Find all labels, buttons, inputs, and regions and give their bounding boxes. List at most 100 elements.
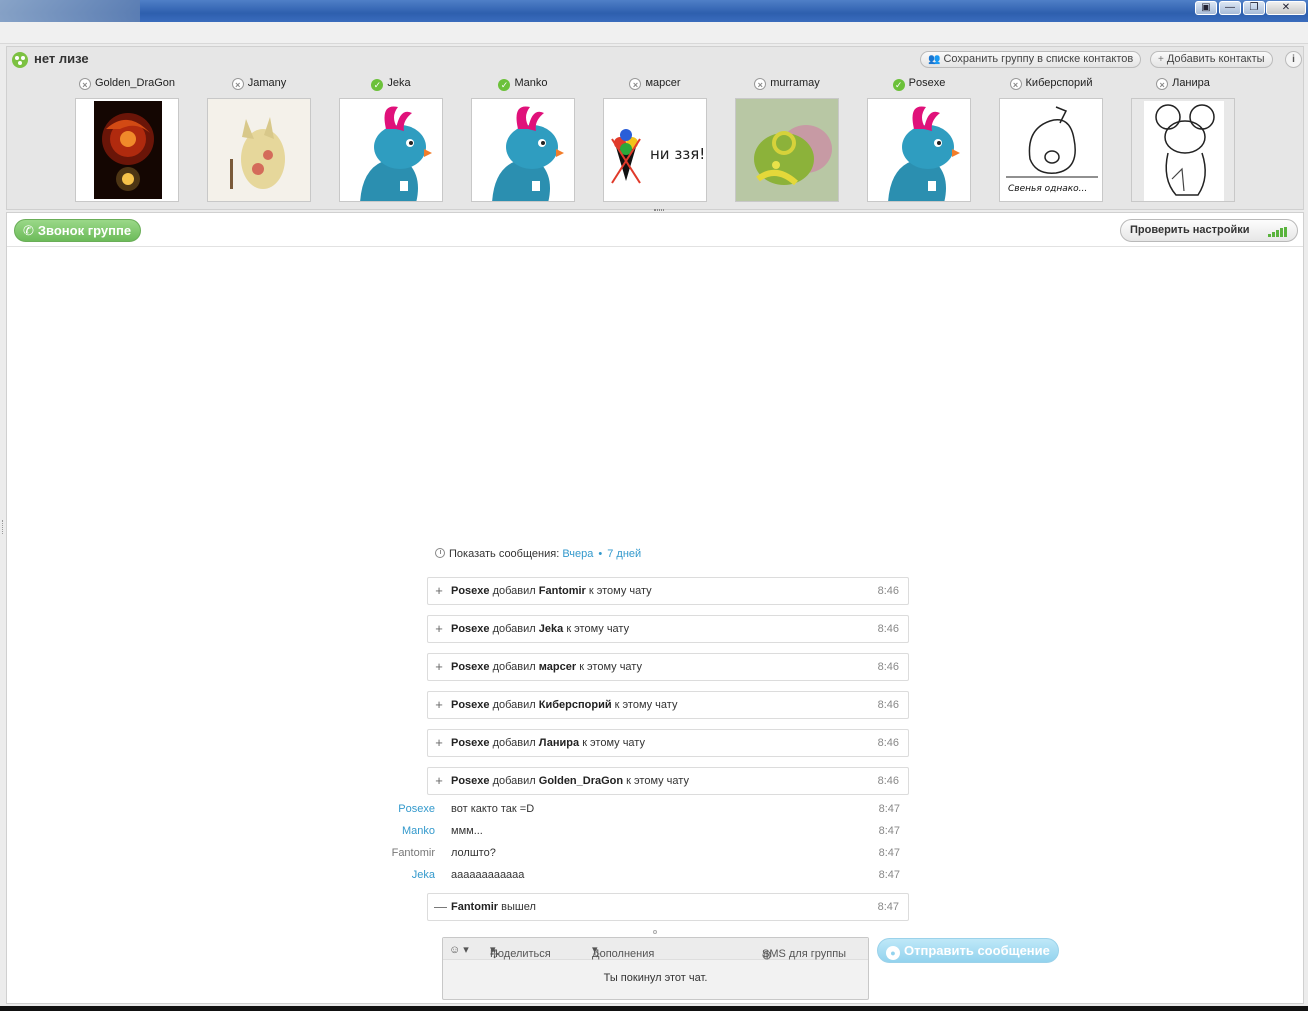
event-target: Golden_DraGon — [538, 775, 624, 787]
event-target: Киберспорий — [538, 699, 612, 711]
save-group-button[interactable]: 👥 Сохранить группу в списке контактов — [920, 51, 1142, 68]
event-actor: Posexe — [451, 661, 490, 673]
call-group-label: Звонок группе — [37, 223, 132, 238]
sidebar-resize-handle[interactable] — [2, 520, 5, 534]
event-row[interactable]: + Posexe добавил Fantomir к этому чату 8… — [427, 577, 909, 605]
message-text: ммм... — [451, 825, 483, 837]
separator-dot: • — [598, 548, 603, 560]
event-time: 8:46 — [877, 585, 899, 597]
plus-icon: + — [435, 583, 443, 598]
event-actor: Posexe — [451, 699, 490, 711]
offline-status-icon: × — [629, 78, 642, 90]
event-time: 8:47 — [877, 901, 899, 913]
message-time: 8:47 — [878, 847, 900, 859]
blue-creature-image — [340, 99, 442, 201]
plus-icon: + — [435, 621, 443, 636]
group-header: нет лизе 👥 Сохранить группу в списке конт… — [6, 46, 1304, 210]
composer-resize-handle[interactable] — [653, 930, 657, 934]
dragon-art-image — [94, 101, 162, 199]
chat-panel: ✆ Звонок группе Проверить настройки Показ… — [6, 212, 1304, 1004]
chat-toolbar: ✆ Звонок группе Проверить настройки — [7, 213, 1303, 247]
restore-button[interactable]: ❐ — [1243, 1, 1265, 15]
extras-label: Дополнения — [592, 948, 655, 960]
chat-message: Posexe вот както так =D 8:47 — [307, 801, 909, 819]
event-row[interactable]: + Posexe добавил марcer к этому чату 8:4… — [427, 653, 909, 681]
share-label: Поделиться — [490, 948, 551, 960]
event-verb: добавил — [492, 737, 536, 749]
history-yesterday-link[interactable]: Вчера — [562, 548, 593, 560]
event-suffix: к этому чату — [582, 737, 645, 749]
event-row[interactable]: + Posexe добавил Jeka к этому чату 8:46 — [427, 615, 909, 643]
history-label: Показать сообщения: — [449, 548, 560, 560]
online-status-icon: ✓ — [371, 79, 384, 91]
message-text: лолшто? — [451, 847, 496, 859]
avatar[interactable] — [207, 98, 311, 202]
history-7days-link[interactable]: 7 дней — [607, 548, 641, 560]
member-name: Ланира — [1172, 77, 1210, 89]
avatar[interactable] — [1131, 98, 1235, 202]
chat-message: Manko ммм... 8:47 — [307, 823, 909, 841]
emoticon-button[interactable]: ☺ ▾ — [449, 943, 469, 956]
group-chat-icon — [12, 52, 28, 68]
check-settings-button[interactable]: Проверить настройки — [1120, 219, 1298, 242]
call-group-button[interactable]: ✆ Звонок группе — [14, 219, 142, 242]
offline-status-icon: × — [754, 78, 767, 90]
history-filter: Показать сообщения: Вчера • 7 дней — [435, 548, 641, 560]
online-status-icon: ✓ — [498, 79, 511, 91]
avatar[interactable] — [867, 98, 971, 202]
plus-icon: + — [435, 659, 443, 674]
message-author[interactable]: Fantomir — [392, 847, 435, 859]
offline-status-icon: × — [1156, 78, 1169, 90]
event-verb: добавил — [492, 699, 536, 711]
mouse-sketch-image — [1132, 99, 1234, 201]
event-time: 8:46 — [877, 661, 899, 673]
offline-status-icon: × — [78, 78, 91, 90]
extras-button[interactable]: ✧ Дополнения ▾ — [592, 943, 654, 961]
event-suffix: к этому чату — [614, 699, 678, 711]
plus-icon: + — [435, 735, 443, 750]
message-time: 8:47 — [878, 803, 900, 815]
add-contacts-label: Добавить контакты — [1166, 53, 1265, 65]
avatar[interactable] — [75, 98, 179, 202]
avatar[interactable] — [735, 98, 839, 202]
event-verb: вышел — [501, 901, 536, 913]
send-label: Отправить сообщение — [904, 943, 1050, 958]
event-suffix: к этому чату — [579, 661, 642, 673]
send-message-button[interactable]: ● Отправить сообщение — [877, 938, 1059, 963]
panel-splitter[interactable] — [654, 209, 664, 211]
event-verb: добавил — [492, 661, 536, 673]
share-button[interactable]: ✢ Поделиться ▾ — [490, 943, 551, 961]
avatar[interactable] — [339, 98, 443, 202]
event-row[interactable]: + Posexe добавил Киберспорий к этому чат… — [427, 691, 909, 719]
event-row[interactable]: + Posexe добавил Ланира к этому чату 8:4… — [427, 729, 909, 757]
compact-view-button[interactable]: ▣ — [1195, 1, 1217, 15]
message-author[interactable]: Posexe — [398, 803, 435, 815]
fox-art-image — [208, 99, 310, 201]
pig-sketch-image: Свенья однако... — [1000, 99, 1102, 201]
avatar[interactable]: ни ззя! — [603, 98, 707, 202]
event-actor: Fantomir — [451, 901, 499, 913]
event-suffix: к этому чату — [566, 623, 630, 635]
chat-message: Jeka аааааааааааа 8:47 — [307, 867, 909, 885]
avatar[interactable]: Свенья однако... — [999, 98, 1103, 202]
group-title[interactable]: нет лизе — [34, 51, 89, 66]
event-target: Ланира — [538, 737, 580, 749]
message-composer[interactable]: ☺ ▾ ✢ Поделиться ▾ ✧ Дополнения ▾ ◍ SMS … — [442, 937, 869, 1000]
member-name: Golden_DraGon — [94, 77, 176, 89]
close-button[interactable]: ✕ — [1266, 1, 1306, 15]
leave-event-row[interactable]: — Fantomir вышел 8:47 — [427, 893, 909, 921]
member-name: марcer — [645, 77, 681, 89]
minimize-button[interactable]: — — [1219, 1, 1241, 15]
event-verb: добавил — [492, 623, 536, 635]
doodle-image: ни ззя! — [604, 99, 706, 201]
blue-creature-image — [472, 99, 574, 201]
event-row[interactable]: + Posexe добавил Golden_DraGon к этому ч… — [427, 767, 909, 795]
member-name: Jeka — [387, 77, 411, 89]
message-author[interactable]: Manko — [402, 825, 435, 837]
avatar[interactable] — [471, 98, 575, 202]
offline-status-icon: × — [231, 78, 244, 90]
info-button[interactable]: i — [1285, 51, 1302, 68]
message-author[interactable]: Jeka — [412, 869, 435, 881]
message-text: аааааааааааа — [451, 869, 525, 881]
add-contacts-button[interactable]: + Добавить контакты — [1150, 51, 1273, 68]
